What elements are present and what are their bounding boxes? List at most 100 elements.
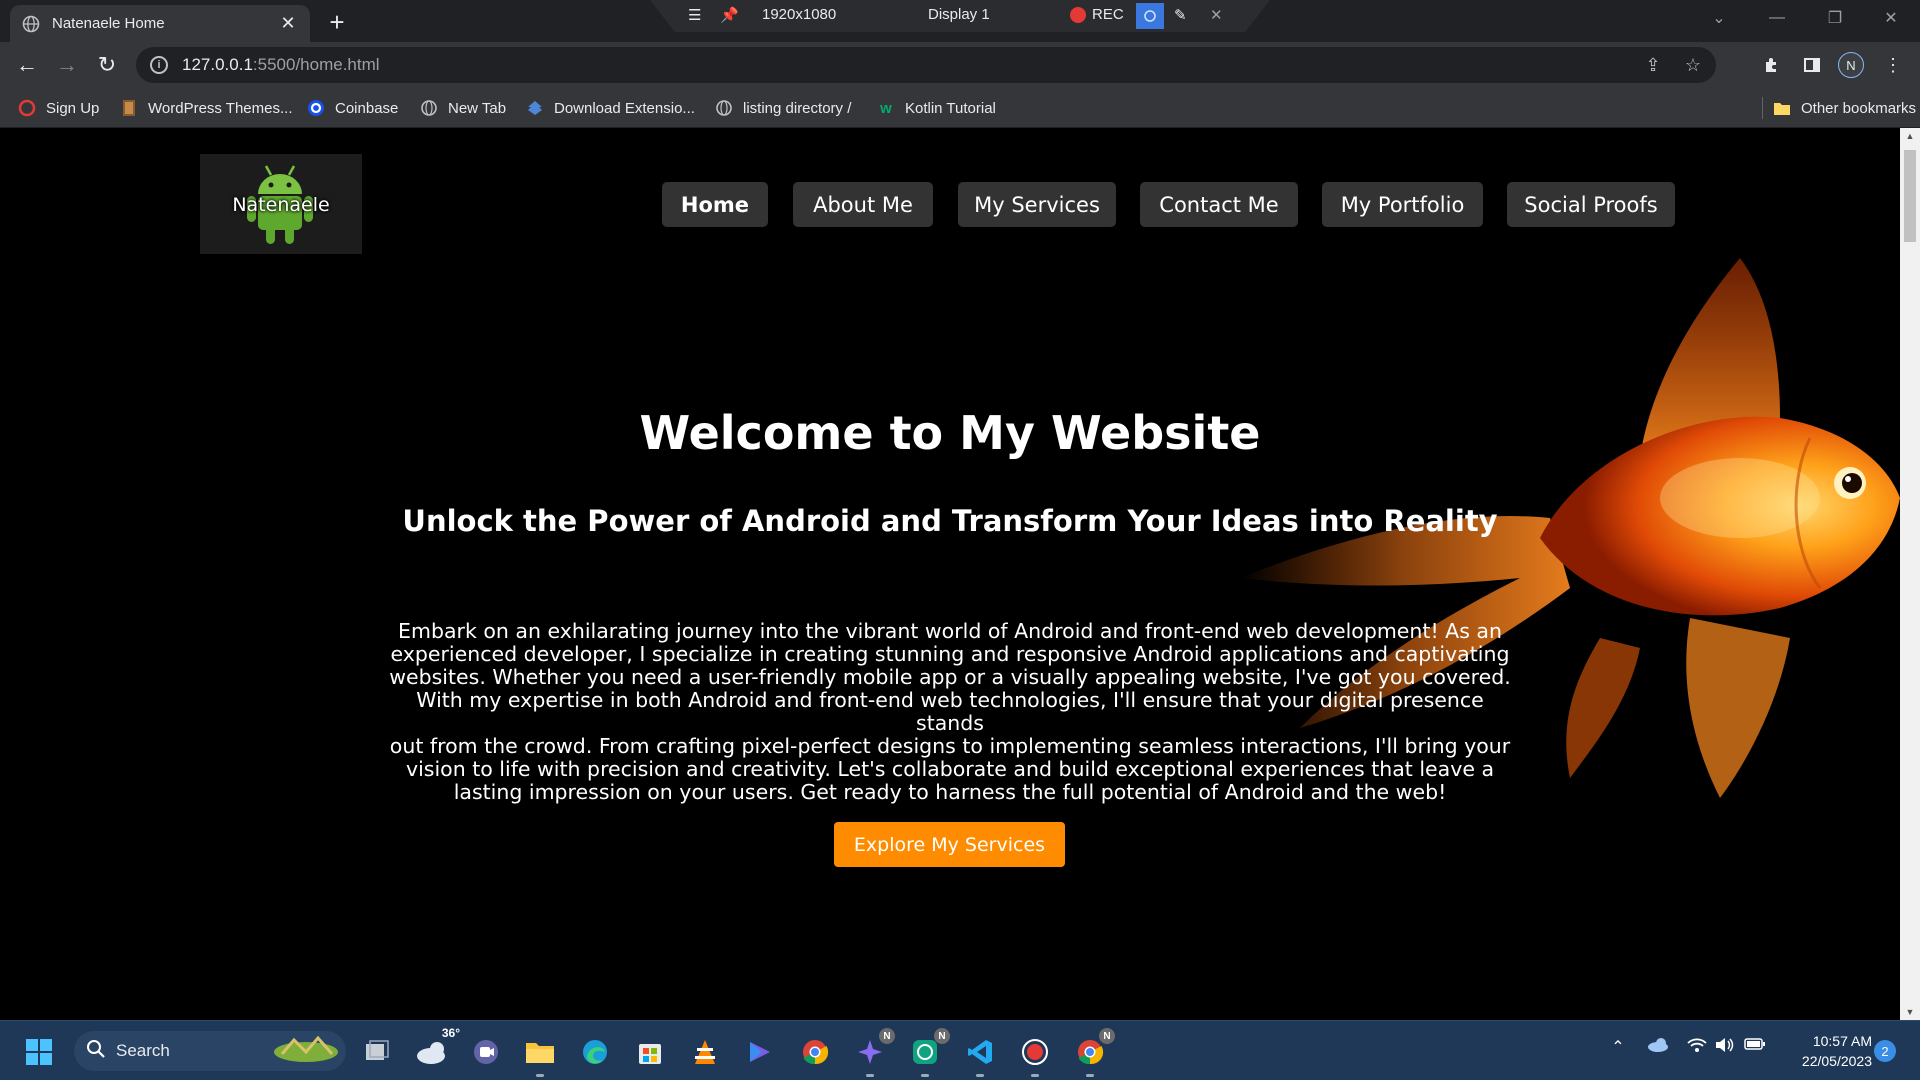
- start-button[interactable]: [20, 1033, 58, 1071]
- hero-line: websites. Whether you need a user-friend…: [389, 665, 1511, 689]
- bookmark-coinbase[interactable]: Coinbase: [307, 97, 398, 119]
- screen: Natenaele Home ✕ + ☰ 📌 1920x1080 Display…: [0, 0, 1920, 1080]
- edge-icon[interactable]: [576, 1033, 614, 1071]
- file-explorer-icon[interactable]: [521, 1033, 559, 1077]
- new-tab-button[interactable]: +: [322, 7, 352, 37]
- taskbar-search[interactable]: Search: [74, 1031, 346, 1071]
- address-bar[interactable]: i 127.0.0.1:5500/home.html ⇪ ☆: [136, 47, 1716, 83]
- pen-icon[interactable]: ✎: [1174, 6, 1187, 24]
- bookmark-new-tab[interactable]: New Tab: [420, 97, 506, 119]
- back-icon[interactable]: ←: [10, 48, 44, 82]
- task-view-icon[interactable]: [358, 1033, 396, 1071]
- microsoft-store-icon[interactable]: [631, 1033, 669, 1071]
- teams-meet-icon[interactable]: [467, 1033, 505, 1071]
- onedrive-icon[interactable]: [1646, 1037, 1670, 1053]
- wifi-icon[interactable]: [1685, 1037, 1709, 1053]
- scroll-down-arrow[interactable]: ▼: [1900, 1004, 1920, 1020]
- recorder-display[interactable]: Display 1: [928, 6, 990, 23]
- bookmark-download-extension[interactable]: Download Extensio...: [526, 97, 695, 119]
- close-window-icon[interactable]: ✕: [1862, 0, 1920, 36]
- windows-taskbar: Search 36° N N N ⌃ 10:57 AM 22/05/2023 2: [0, 1020, 1920, 1080]
- rec-label: REC: [1092, 6, 1124, 23]
- pin-icon[interactable]: 📌: [720, 6, 739, 24]
- rec-button[interactable]: REC: [1070, 6, 1124, 23]
- copilot-icon[interactable]: N: [851, 1028, 895, 1077]
- minimize-icon[interactable]: —: [1748, 0, 1806, 36]
- hero-title: Welcome to My Website: [639, 406, 1261, 460]
- battery-icon[interactable]: [1743, 1037, 1767, 1051]
- bookmark-star-icon[interactable]: ☆: [1676, 47, 1710, 83]
- bookmark-sign-up[interactable]: Sign Up: [18, 97, 99, 119]
- tab-search-icon[interactable]: ⌄: [1690, 0, 1748, 36]
- restore-icon[interactable]: ❐: [1806, 0, 1864, 36]
- recorder-resolution: 1920x1080: [762, 6, 837, 23]
- close-recorder-icon[interactable]: ✕: [1210, 6, 1223, 24]
- other-bookmarks-label: Other bookmarks: [1801, 99, 1917, 117]
- side-panel-icon[interactable]: [1797, 50, 1827, 80]
- bookmark-label: Sign Up: [46, 99, 100, 117]
- bookmark-wordpress[interactable]: WordPress Themes...: [120, 97, 293, 119]
- explore-services-button[interactable]: Explore My Services: [834, 822, 1065, 867]
- bookmark-label: WordPress Themes...: [148, 99, 293, 117]
- extensions-icon[interactable]: [1757, 50, 1787, 80]
- weather-icon: [417, 1042, 445, 1064]
- chrome-profile-icon[interactable]: N: [1071, 1028, 1115, 1077]
- weather-widget[interactable]: 36°: [412, 1026, 460, 1071]
- share-icon[interactable]: ⇪: [1636, 47, 1670, 83]
- screen-recorder-icon[interactable]: [1016, 1033, 1054, 1077]
- more-menu-icon[interactable]: ⋮: [1878, 50, 1908, 80]
- scroll-thumb[interactable]: [1904, 150, 1916, 242]
- tab-title: Natenaele Home: [52, 15, 165, 32]
- browser-tab-strip: Natenaele Home ✕ + ☰ 📌 1920x1080 Display…: [0, 0, 1920, 42]
- bookmark-label: Download Extensio...: [554, 99, 695, 117]
- bookmark-listing-directory[interactable]: listing directory /: [715, 97, 851, 119]
- search-label: Search: [116, 1041, 170, 1060]
- bookmark-label: listing directory /: [743, 99, 852, 117]
- profile-avatar[interactable]: N: [1838, 52, 1864, 78]
- globe-icon: [22, 15, 40, 33]
- site-info-icon[interactable]: i: [150, 56, 168, 74]
- other-bookmarks[interactable]: Other bookmarks: [1762, 97, 1916, 119]
- profile-badge: N: [1099, 1028, 1115, 1044]
- vlc-icon[interactable]: [686, 1033, 724, 1071]
- nav-home[interactable]: Home: [662, 182, 768, 227]
- reload-icon[interactable]: ↻: [90, 48, 124, 82]
- browser-tab[interactable]: Natenaele Home ✕: [10, 5, 310, 42]
- nav-my-portfolio[interactable]: My Portfolio: [1322, 182, 1483, 227]
- bookmark-kotlin-tutorial[interactable]: w Kotlin Tutorial: [877, 97, 996, 119]
- globe-icon: [420, 99, 438, 117]
- search-icon: [86, 1039, 106, 1064]
- chatgpt-icon[interactable]: N: [906, 1028, 950, 1077]
- browser-toolbar: ← → ↻ i 127.0.0.1:5500/home.html ⇪ ☆ N ⋮: [0, 42, 1920, 88]
- hero-line: vision to life with precision and creati…: [405, 757, 1495, 781]
- hero-line: experienced developer, I specialize in c…: [390, 642, 1510, 666]
- nav-contact-me[interactable]: Contact Me: [1140, 182, 1298, 227]
- hero-line: Embark on an exhilarating journey into t…: [398, 619, 1502, 643]
- menu-icon[interactable]: ☰: [688, 6, 701, 24]
- folder-icon: [1773, 99, 1791, 117]
- nav-about-me[interactable]: About Me: [793, 182, 933, 227]
- chrome-icon[interactable]: [796, 1033, 834, 1071]
- w3schools-icon: w: [880, 99, 892, 117]
- scroll-up-arrow[interactable]: ▲: [1900, 128, 1920, 144]
- url-path: :5500/home.html: [252, 55, 380, 74]
- clock-time: 10:57 AM: [1812, 1033, 1872, 1049]
- bookmark-label: Coinbase: [335, 99, 399, 117]
- bookmarks-bar: Sign Up WordPress Themes... Coinbase New…: [0, 88, 1920, 128]
- system-clock[interactable]: 10:57 AM 22/05/2023: [1772, 1031, 1872, 1071]
- close-tab-icon[interactable]: ✕: [278, 13, 298, 34]
- volume-icon[interactable]: [1713, 1037, 1737, 1053]
- power-automate-icon[interactable]: [741, 1033, 779, 1071]
- site-logo[interactable]: Natenaele: [200, 154, 362, 254]
- clock-date: 22/05/2023: [1801, 1053, 1872, 1069]
- forward-icon[interactable]: →: [50, 48, 84, 82]
- camera-icon[interactable]: [1136, 3, 1164, 29]
- page-scrollbar[interactable]: ▲ ▼: [1900, 128, 1920, 1020]
- page-viewport: Natenaele Home About Me My Services Cont…: [0, 128, 1900, 1020]
- nav-my-services[interactable]: My Services: [958, 182, 1116, 227]
- show-hidden-icons[interactable]: ⌃: [1608, 1037, 1628, 1057]
- notification-badge[interactable]: 2: [1874, 1040, 1896, 1062]
- search-highlight-icon: [272, 1034, 340, 1069]
- nav-social-proofs[interactable]: Social Proofs: [1507, 182, 1675, 227]
- vscode-icon[interactable]: [961, 1033, 999, 1077]
